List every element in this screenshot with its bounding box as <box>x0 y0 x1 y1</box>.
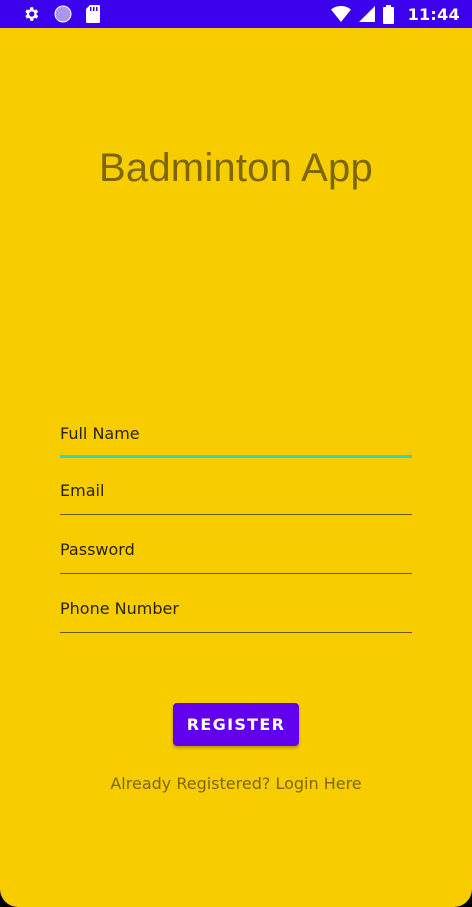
phone-number-field[interactable]: Phone Number <box>60 593 412 633</box>
wifi-icon <box>330 6 351 22</box>
status-time: 11:44 <box>407 4 460 24</box>
full-name-underline <box>60 455 412 458</box>
login-link[interactable]: Already Registered? Login Here <box>0 774 472 793</box>
register-button[interactable]: REGISTER <box>173 703 299 746</box>
password-placeholder: Password <box>60 540 135 559</box>
status-left-icons <box>22 0 100 28</box>
gear-icon <box>22 5 40 23</box>
status-bar: 11:44 <box>0 0 472 28</box>
email-underline <box>60 513 412 515</box>
circle-icon <box>54 5 72 23</box>
app-title: Badminton App <box>99 146 373 190</box>
status-right-icons: 11:44 <box>330 0 460 28</box>
password-field[interactable]: Password <box>60 534 412 574</box>
full-name-placeholder: Full Name <box>60 424 140 443</box>
battery-icon <box>382 4 394 24</box>
email-placeholder: Email <box>60 481 105 500</box>
cellular-signal-icon <box>358 6 375 22</box>
phone-number-underline <box>60 631 412 633</box>
full-name-field[interactable]: Full Name <box>60 418 412 458</box>
email-field[interactable]: Email <box>60 475 412 515</box>
app-screen: 11:44 Badminton App Full Name Email Pass… <box>0 0 472 907</box>
password-underline <box>60 572 412 574</box>
phone-number-placeholder: Phone Number <box>60 599 179 618</box>
sd-card-icon <box>86 5 100 23</box>
